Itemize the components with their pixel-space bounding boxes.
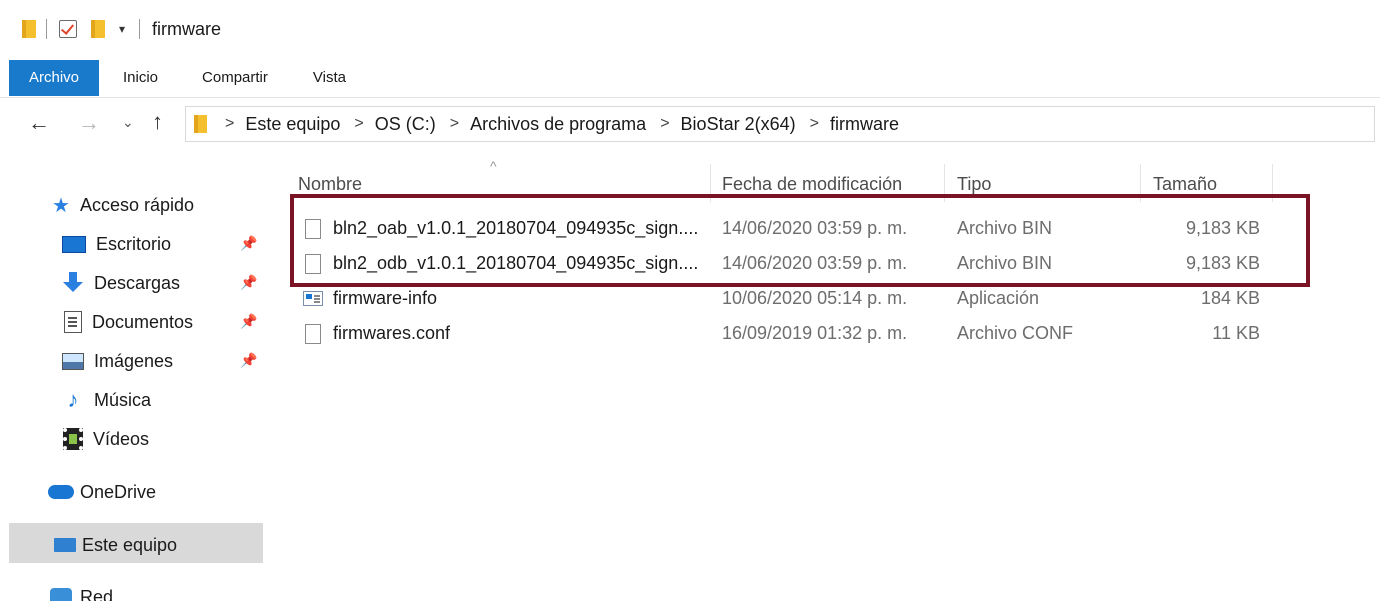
breadcrumb-este-equipo[interactable]: Este equipo bbox=[245, 114, 340, 135]
breadcrumb-biostar[interactable]: BioStar 2(x64) bbox=[681, 114, 796, 135]
sidebar-item-label: Documentos bbox=[92, 311, 194, 332]
sidebar-item-label: Imágenes bbox=[94, 350, 174, 371]
recent-locations-chevron-icon[interactable]: ⌄ bbox=[122, 114, 134, 131]
sidebar-item-acceso-rapido[interactable]: ★ Acceso rápido bbox=[52, 190, 194, 220]
file-size: 11 KB bbox=[1212, 323, 1260, 343]
file-type: Archivo CONF bbox=[957, 323, 1074, 343]
breadcrumb-separator[interactable]: > bbox=[354, 115, 363, 133]
file-icon bbox=[305, 324, 321, 344]
breadcrumb-separator[interactable]: > bbox=[660, 115, 669, 133]
address-bar[interactable]: > Este equipo > OS (C:) > Archivos de pr… bbox=[185, 106, 1375, 142]
sidebar-item-imagenes[interactable]: Imágenes bbox=[62, 346, 262, 376]
cloud-icon bbox=[48, 485, 74, 499]
sidebar-item-onedrive[interactable]: OneDrive bbox=[48, 477, 156, 507]
file-date: 16/09/2019 01:32 p. m. bbox=[722, 323, 908, 343]
breadcrumb-separator[interactable]: > bbox=[810, 115, 819, 133]
sidebar-item-videos[interactable]: Vídeos bbox=[63, 424, 149, 454]
sidebar-item-label: Red bbox=[80, 586, 114, 601]
sidebar-item-label: Escritorio bbox=[96, 233, 172, 254]
file-type: Aplicación bbox=[957, 288, 1040, 308]
pictures-icon bbox=[62, 352, 84, 370]
highlight-rectangle bbox=[290, 194, 1310, 287]
new-folder-icon[interactable] bbox=[91, 20, 105, 38]
breadcrumb-separator[interactable]: > bbox=[450, 115, 459, 133]
navigation-pane: ★ Acceso rápido Escritorio 📌 Descargas 📌… bbox=[0, 160, 270, 601]
file-size: 184 KB bbox=[1200, 288, 1260, 308]
desktop-icon bbox=[62, 235, 86, 253]
file-row[interactable]: firmware-info 10/06/2020 05:14 p. m. Apl… bbox=[280, 283, 1280, 317]
sidebar-item-musica[interactable]: ♪ Música bbox=[62, 385, 152, 415]
file-name: firmwares.conf bbox=[333, 323, 451, 343]
pin-icon[interactable]: 📌 bbox=[240, 352, 257, 369]
music-icon: ♪ bbox=[67, 387, 79, 412]
toolbar-separator bbox=[139, 19, 141, 39]
sidebar-item-documentos[interactable]: Documentos bbox=[64, 307, 264, 337]
window-title: firmware bbox=[152, 18, 222, 39]
folder-icon[interactable] bbox=[22, 20, 36, 38]
ribbon-tabs: Archivo Inicio Compartir Vista bbox=[0, 58, 1380, 98]
properties-icon[interactable] bbox=[59, 20, 77, 38]
sidebar-item-label: Vídeos bbox=[93, 428, 150, 449]
download-icon bbox=[62, 272, 84, 294]
sidebar-item-red[interactable]: Red bbox=[50, 582, 113, 601]
application-icon bbox=[303, 291, 323, 306]
pin-icon[interactable]: 📌 bbox=[240, 235, 257, 252]
tab-archivo[interactable]: Archivo bbox=[9, 59, 99, 96]
tab-vista[interactable]: Vista bbox=[313, 69, 346, 86]
sidebar-item-este-equipo[interactable]: Este equipo bbox=[54, 530, 177, 560]
sort-ascending-icon: ^ bbox=[490, 158, 497, 174]
sidebar-item-descargas[interactable]: Descargas bbox=[62, 268, 262, 298]
sidebar-item-escritorio[interactable]: Escritorio bbox=[62, 229, 262, 259]
file-name: firmware-info bbox=[333, 288, 438, 308]
breadcrumb-separator[interactable]: > bbox=[225, 115, 234, 133]
toolbar-separator bbox=[46, 19, 47, 39]
sidebar-item-label: Este equipo bbox=[82, 534, 178, 555]
file-row[interactable]: firmwares.conf 16/09/2019 01:32 p. m. Ar… bbox=[280, 318, 1280, 352]
tab-inicio[interactable]: Inicio bbox=[123, 69, 158, 86]
network-icon bbox=[50, 588, 72, 601]
back-arrow-icon[interactable]: ← bbox=[28, 110, 50, 136]
this-pc-icon bbox=[54, 538, 76, 552]
sidebar-item-label: OneDrive bbox=[80, 481, 157, 502]
sidebar-item-label: Música bbox=[94, 389, 152, 410]
breadcrumb-archivos-de-programa[interactable]: Archivos de programa bbox=[470, 114, 646, 135]
navigation-bar: ← → ⌄ ↑ > Este equipo > OS (C:) > Archiv… bbox=[0, 98, 1380, 152]
tab-compartir[interactable]: Compartir bbox=[202, 69, 268, 86]
star-icon: ★ bbox=[52, 194, 70, 217]
pin-icon[interactable]: 📌 bbox=[240, 313, 257, 330]
sidebar-item-label: Acceso rápido bbox=[79, 194, 195, 215]
file-date: 10/06/2020 05:14 p. m. bbox=[722, 288, 908, 308]
folder-icon bbox=[194, 115, 207, 133]
documents-icon bbox=[64, 311, 82, 333]
up-arrow-icon[interactable]: ↑ bbox=[152, 109, 163, 135]
pin-icon[interactable]: 📌 bbox=[240, 274, 257, 291]
title-bar: ▾ firmware bbox=[0, 0, 1380, 58]
breadcrumb-os-c[interactable]: OS (C:) bbox=[375, 114, 436, 135]
videos-icon bbox=[63, 428, 83, 450]
customize-toolbar-chevron-icon[interactable]: ▾ bbox=[119, 22, 125, 36]
sidebar-item-label: Descargas bbox=[94, 272, 181, 293]
forward-arrow-icon[interactable]: → bbox=[78, 110, 100, 136]
breadcrumb-firmware[interactable]: firmware bbox=[830, 114, 899, 135]
